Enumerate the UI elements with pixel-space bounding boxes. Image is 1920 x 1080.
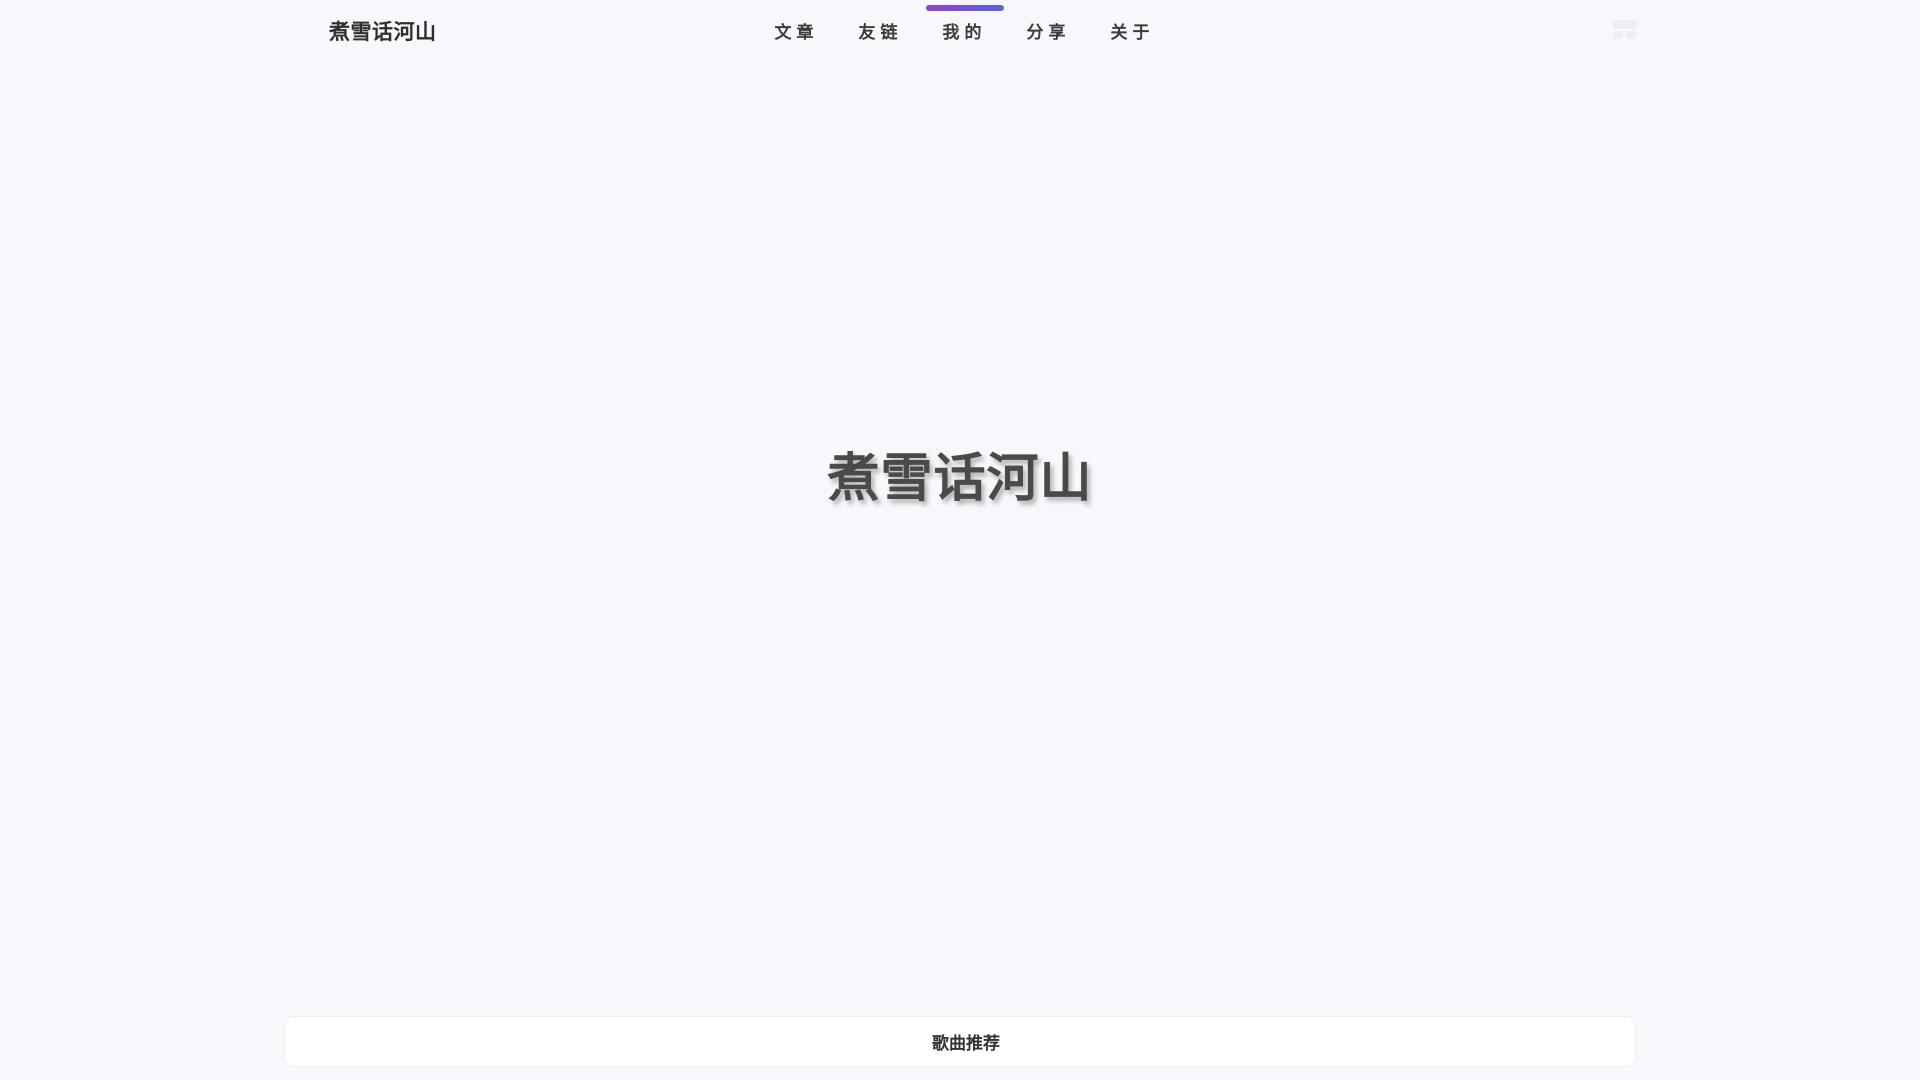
main-nav: 文章 友链 我的 分享 关于 [752,0,1172,60]
nav-item-label: 分享 [1026,23,1071,43]
song-recommend-label: 歌曲推荐 [932,1034,1000,1054]
hero-title: 煮雪话河山 [827,449,1093,509]
site-logo[interactable]: 煮雪话河山 [329,16,437,46]
menu-grid-icon[interactable] [1613,20,1637,40]
nav-item-label: 友链 [858,23,903,43]
nav-item-label: 文章 [774,23,819,43]
page: 煮雪话河山 文章 友链 我的 分享 关于 煮雪话河山 歌曲推荐 [0,0,1920,1080]
nav-item-label: 我的 [942,23,987,43]
nav-item-about[interactable]: 关于 [1088,0,1172,60]
nav-item-articles[interactable]: 文章 [752,0,836,60]
nav-item-share[interactable]: 分享 [1004,0,1088,60]
site-header: 煮雪话河山 文章 友链 我的 分享 关于 [0,0,1920,60]
nav-item-mine[interactable]: 我的 [920,0,1004,60]
song-recommend-bar[interactable]: 歌曲推荐 [284,1016,1636,1067]
nav-item-friend-links[interactable]: 友链 [836,0,920,60]
nav-item-label: 关于 [1110,23,1155,43]
